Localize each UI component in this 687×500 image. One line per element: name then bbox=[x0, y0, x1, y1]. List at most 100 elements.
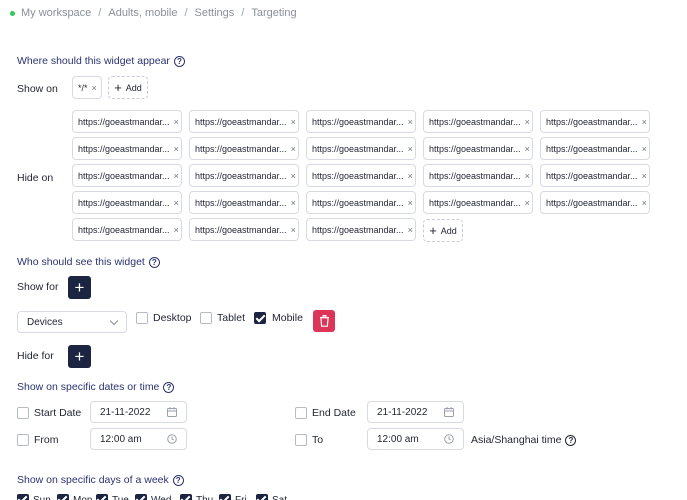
remove-chip-icon[interactable]: × bbox=[287, 171, 296, 181]
remove-chip-icon[interactable]: × bbox=[404, 225, 413, 235]
show-for-label: Show for bbox=[17, 281, 59, 293]
day-checkbox-5[interactable]: Fri bbox=[219, 494, 247, 500]
help-icon[interactable]: ? bbox=[172, 474, 184, 486]
checkbox-checked-icon bbox=[219, 494, 231, 500]
hide-on-chip: https://goeastmandar... × bbox=[189, 164, 299, 187]
to-time-checkbox[interactable] bbox=[295, 434, 307, 446]
remove-chip-icon[interactable]: × bbox=[404, 144, 413, 154]
plus-icon: + bbox=[74, 347, 85, 366]
hide-on-chip: https://goeastmandar... × bbox=[540, 164, 650, 187]
hide-on-chip: https://goeastmandar... × bbox=[306, 191, 416, 214]
desktop-label: Desktop bbox=[153, 312, 192, 324]
remove-chip-icon[interactable]: × bbox=[287, 198, 296, 208]
remove-chip-icon[interactable]: × bbox=[521, 198, 530, 208]
breadcrumb: My workspace / Adults, mobile / Settings… bbox=[10, 6, 297, 20]
hide-on-chip: https://goeastmandar... × bbox=[423, 137, 533, 160]
days-section-title: Show on specific days of a week ? bbox=[17, 474, 184, 486]
help-icon[interactable]: ? bbox=[173, 55, 185, 67]
checkbox-checked-icon bbox=[180, 494, 192, 500]
show-on-label: Show on bbox=[17, 83, 58, 95]
start-date-checkbox[interactable] bbox=[17, 407, 29, 419]
remove-chip-icon[interactable]: × bbox=[638, 198, 647, 208]
who-section-title: Who should see this widget ? bbox=[17, 256, 160, 268]
checkbox-checked-icon bbox=[57, 494, 69, 500]
hide-on-chip: https://goeastmandar... × bbox=[306, 164, 416, 187]
tablet-label: Tablet bbox=[217, 312, 246, 324]
hide-on-chip: https://goeastmandar... × bbox=[189, 137, 299, 160]
breadcrumb-workspace[interactable]: My workspace bbox=[21, 7, 91, 19]
trash-icon bbox=[319, 315, 329, 327]
plus-icon: + bbox=[429, 223, 437, 238]
day-checkbox-3[interactable]: Wed bbox=[135, 494, 171, 500]
remove-chip-icon[interactable]: × bbox=[170, 117, 179, 127]
from-time-input[interactable]: 12:00 am bbox=[90, 428, 187, 450]
remove-chip-icon[interactable]: × bbox=[521, 171, 530, 181]
help-icon[interactable]: ? bbox=[148, 256, 160, 268]
remove-chip-icon[interactable]: × bbox=[88, 83, 97, 93]
breadcrumb-widget[interactable]: Adults, mobile bbox=[108, 7, 177, 19]
remove-chip-icon[interactable]: × bbox=[521, 117, 530, 127]
hide-on-chip: https://goeastmandar... × bbox=[72, 137, 182, 160]
end-date-checkbox[interactable] bbox=[295, 407, 307, 419]
mobile-label: Mobile bbox=[272, 312, 303, 324]
show-on-add-button[interactable]: + Add bbox=[108, 76, 148, 99]
remove-chip-icon[interactable]: × bbox=[287, 225, 296, 235]
desktop-checkbox[interactable] bbox=[136, 312, 148, 324]
rule-type-select[interactable]: Devices bbox=[17, 311, 127, 333]
help-icon[interactable]: ? bbox=[565, 434, 577, 446]
remove-chip-icon[interactable]: × bbox=[170, 198, 179, 208]
start-date-label: Start Date bbox=[34, 407, 82, 419]
hide-for-label: Hide for bbox=[17, 350, 54, 362]
hide-on-chip: https://goeastmandar... × bbox=[423, 164, 533, 187]
day-checkbox-4[interactable]: Thu bbox=[180, 494, 213, 500]
plus-icon: + bbox=[114, 80, 122, 95]
remove-chip-icon[interactable]: × bbox=[638, 117, 647, 127]
start-date-input[interactable]: 21-11-2022 bbox=[90, 401, 187, 423]
remove-chip-icon[interactable]: × bbox=[638, 171, 647, 181]
add-hide-for-rule-button[interactable]: + bbox=[68, 345, 91, 368]
remove-chip-icon[interactable]: × bbox=[404, 198, 413, 208]
delete-rule-button[interactable] bbox=[313, 310, 335, 332]
hide-on-chip: https://goeastmandar... × bbox=[189, 110, 299, 133]
to-time-input[interactable]: 12:00 am bbox=[367, 428, 464, 450]
remove-chip-icon[interactable]: × bbox=[404, 117, 413, 127]
remove-chip-icon[interactable]: × bbox=[521, 144, 530, 154]
from-time-checkbox[interactable] bbox=[17, 434, 29, 446]
workspace-status-dot bbox=[10, 10, 15, 16]
hide-on-chip: https://goeastmandar... × bbox=[72, 164, 182, 187]
remove-chip-icon[interactable]: × bbox=[170, 171, 179, 181]
hide-on-add-button[interactable]: + Add bbox=[423, 219, 463, 242]
hide-on-chip: https://goeastmandar... × bbox=[72, 218, 182, 241]
clock-icon bbox=[444, 434, 454, 444]
breadcrumb-targeting: Targeting bbox=[251, 7, 297, 19]
hide-on-chip: https://goeastmandar... × bbox=[306, 110, 416, 133]
day-checkbox-1[interactable]: Mon bbox=[57, 494, 92, 500]
breadcrumb-settings[interactable]: Settings bbox=[195, 7, 235, 19]
day-checkbox-0[interactable]: Sun bbox=[17, 494, 51, 500]
calendar-icon bbox=[167, 407, 177, 417]
remove-chip-icon[interactable]: × bbox=[170, 144, 179, 154]
hide-on-chip: https://goeastmandar... × bbox=[72, 191, 182, 214]
show-on-chip: */* × bbox=[72, 76, 102, 99]
hide-on-chip: https://goeastmandar... × bbox=[423, 191, 533, 214]
remove-chip-icon[interactable]: × bbox=[287, 144, 296, 154]
tablet-checkbox[interactable] bbox=[200, 312, 212, 324]
remove-chip-icon[interactable]: × bbox=[404, 171, 413, 181]
day-checkbox-2[interactable]: Tue bbox=[96, 494, 129, 500]
hide-on-chip: https://goeastmandar... × bbox=[540, 137, 650, 160]
remove-chip-icon[interactable]: × bbox=[170, 225, 179, 235]
help-icon[interactable]: ? bbox=[163, 381, 175, 393]
end-date-input[interactable]: 21-11-2022 bbox=[367, 401, 464, 423]
hide-on-chip: https://goeastmandar... × bbox=[306, 218, 416, 241]
day-checkbox-6[interactable]: Sat bbox=[256, 494, 287, 500]
to-time-label: To bbox=[312, 434, 324, 446]
mobile-checkbox[interactable] bbox=[254, 312, 266, 324]
plus-icon: + bbox=[74, 278, 85, 297]
end-date-label: End Date bbox=[312, 407, 356, 419]
hide-on-chip: https://goeastmandar... × bbox=[189, 191, 299, 214]
checkbox-checked-icon bbox=[17, 494, 29, 500]
remove-chip-icon[interactable]: × bbox=[287, 117, 296, 127]
hide-on-chip: https://goeastmandar... × bbox=[306, 137, 416, 160]
add-show-for-rule-button[interactable]: + bbox=[68, 276, 91, 299]
remove-chip-icon[interactable]: × bbox=[638, 144, 647, 154]
